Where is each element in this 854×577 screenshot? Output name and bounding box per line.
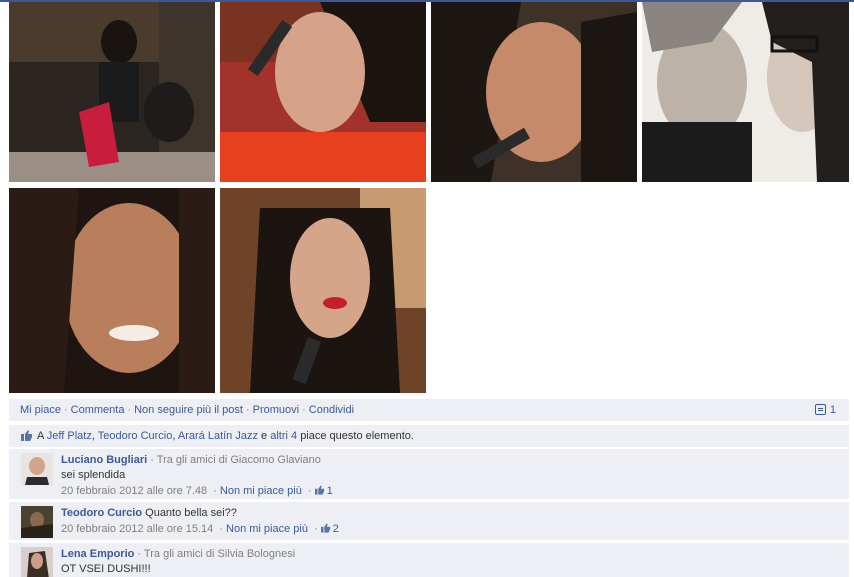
comment-timestamp: 20 febbraio 2012 alle ore 15.14	[61, 523, 214, 535]
avatar[interactable]	[21, 547, 53, 577]
separator: ·	[307, 485, 312, 497]
comment-like-count[interactable]: 2	[320, 523, 339, 535]
separator: ·	[213, 485, 217, 497]
comment-icon	[814, 404, 826, 415]
commenter-name[interactable]: Luciano Bugliari	[61, 454, 147, 466]
comment-count-value: 1	[829, 404, 836, 416]
unlike-link[interactable]: Non mi piace più	[226, 523, 308, 535]
photo-thumbnail[interactable]	[431, 2, 637, 182]
likes-and: e	[261, 430, 268, 442]
likes-separator: ,	[91, 430, 95, 442]
commenter-context: · Tra gli amici di Silvia Bolognesi	[137, 548, 296, 560]
comment-text: OT VSEI DUSHI!!!	[61, 563, 151, 575]
likes-prefix: A	[37, 430, 44, 442]
likes-suffix: piace questo elemento.	[300, 430, 414, 442]
liker-link[interactable]: Jeff Platz	[47, 430, 92, 442]
liker-link[interactable]: Arará Latín Jazz	[178, 430, 258, 442]
post-actions-bar: Mi piace · Commenta · Non seguire più il pos…	[9, 399, 849, 421]
separator: ·	[127, 404, 132, 416]
unlike-link[interactable]: Non mi piace più	[220, 485, 302, 497]
photo-thumbnail[interactable]	[9, 188, 215, 393]
comment-text: Quanto bella sei??	[145, 507, 237, 519]
unfollow-link[interactable]: Non seguire più il post	[134, 404, 243, 416]
separator: ·	[219, 523, 224, 535]
like-link[interactable]: Mi piace	[20, 404, 61, 416]
commenter-context: · Tra gli amici di Giacomo Glaviano	[150, 454, 321, 466]
photo-thumbnail[interactable]	[9, 2, 215, 182]
avatar[interactable]	[21, 453, 53, 485]
separator: ·	[314, 523, 318, 535]
separator: ·	[245, 404, 250, 416]
photo-thumbnail[interactable]	[642, 2, 849, 182]
liker-link[interactable]: Teodoro Curcio	[98, 430, 173, 442]
commenter-name[interactable]: Lena Emporio	[61, 548, 134, 560]
like-count-value: 1	[326, 485, 333, 497]
avatar[interactable]	[21, 506, 53, 538]
like-count-value: 2	[332, 523, 339, 535]
likes-separator: ,	[172, 430, 176, 442]
thumbs-up-icon	[21, 430, 32, 441]
comment-text: sei splendida	[61, 469, 126, 481]
comment-item: Luciano Bugliari · Tra gli amici di Giac…	[9, 449, 849, 499]
comment-link[interactable]: Commenta	[71, 404, 125, 416]
comment-timestamp: 20 febbraio 2012 alle ore 7.48	[61, 485, 208, 497]
comment-like-count[interactable]: 1	[314, 485, 333, 497]
separator: ·	[63, 404, 68, 416]
comment-item: Lena Emporio · Tra gli amici di Silvia B…	[9, 543, 849, 577]
share-link[interactable]: Condividi	[309, 404, 354, 416]
commenter-name[interactable]: Teodoro Curcio	[61, 507, 142, 519]
comment-count[interactable]: 1	[814, 404, 836, 416]
comment-item: Teodoro Curcio Quanto bella sei?? 20 feb…	[9, 502, 849, 540]
separator: ·	[302, 404, 306, 416]
thumbs-up-icon	[314, 485, 324, 495]
likes-summary: A Jeff Platz, Teodoro Curcio, Arará Latí…	[9, 425, 849, 447]
photo-thumbnail[interactable]	[220, 2, 426, 182]
promote-link[interactable]: Promuovi	[253, 404, 299, 416]
thumbs-up-icon	[320, 523, 330, 533]
others-link[interactable]: altri 4	[270, 430, 297, 442]
photo-thumbnail[interactable]	[220, 188, 426, 393]
